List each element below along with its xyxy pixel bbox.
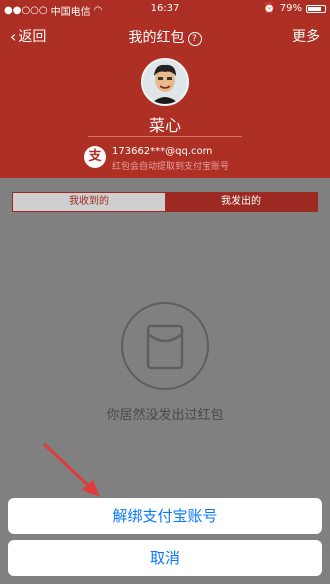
- cancel-button[interactable]: 取消: [8, 540, 322, 576]
- unbind-alipay-button[interactable]: 解绑支付宝账号: [8, 498, 322, 534]
- red-arrow-annotation: [42, 442, 100, 497]
